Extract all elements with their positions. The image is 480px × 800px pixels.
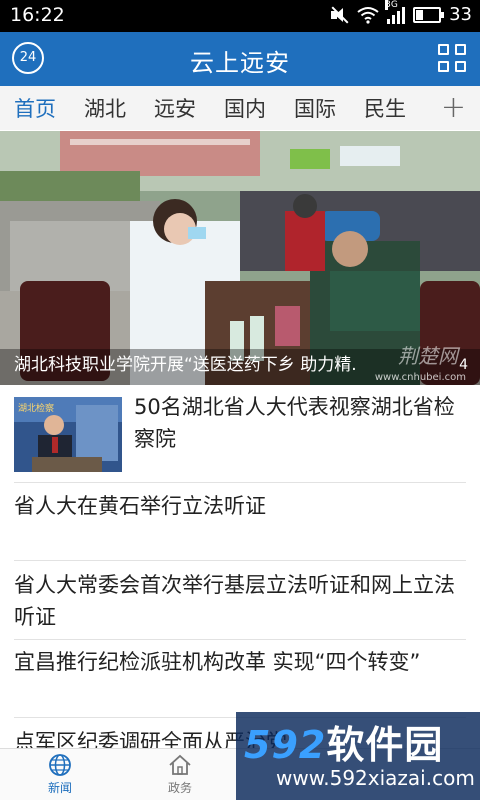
battery-fill: [416, 9, 424, 20]
mute-icon: [329, 5, 349, 25]
list-item[interactable]: 省人大在黄石举行立法听证: [14, 483, 466, 561]
battery-percent: 33: [449, 4, 472, 25]
nav-government-label: 政务: [167, 781, 192, 795]
home-icon: [168, 753, 192, 777]
tab-international[interactable]: 国际: [280, 93, 350, 123]
list-item[interactable]: 省人大常委会首次举行基层立法听证和网上立法听证: [14, 561, 466, 640]
news-thumbnail: 湖北检察: [14, 397, 122, 472]
news-title: 宜昌推行纪检派驻机构改革 实现“四个转变”: [14, 650, 421, 674]
add-channel-button[interactable]: +: [441, 90, 466, 125]
banner-watermark-url: www.cnhubei.com: [374, 372, 466, 383]
site-watermark: 592软件园 www.592xiazai.com: [236, 712, 480, 800]
news-title: 省人大在黄石举行立法听证: [14, 494, 266, 518]
nav-news-label: 新闻: [47, 781, 72, 795]
globe-icon: [48, 753, 72, 777]
status-time: 16:22: [10, 4, 65, 26]
tab-domestic[interactable]: 国内: [210, 93, 280, 123]
list-item[interactable]: 湖北检察 50名湖北省人大代表视察湖北省检察院: [14, 385, 466, 483]
signal-icon: 3G: [385, 0, 406, 24]
banner-caption: 湖北科技职业学院开展“送医送药下乡 助力精.: [14, 355, 357, 375]
status-icons: 3G 33: [329, 0, 472, 25]
banner-index: 4: [459, 357, 468, 373]
list-item[interactable]: 宜昌推行纪检派驻机构改革 实现“四个转变”: [14, 640, 466, 718]
tab-yuanan[interactable]: 远安: [140, 93, 210, 123]
nav-government[interactable]: 政务: [120, 749, 240, 800]
news-title: 50名湖北省人大代表视察湖北省检察院: [134, 395, 455, 451]
wifi-icon: [357, 6, 379, 24]
news-title: 省人大常委会首次举行基层立法听证和网上立法听证: [14, 573, 455, 629]
headline-banner[interactable]: 荆楚网 www.cnhubei.com 湖北科技职业学院开展“送医送药下乡 助力…: [0, 131, 480, 385]
grid-menu-icon[interactable]: [438, 44, 466, 72]
nav-news[interactable]: 新闻: [0, 749, 120, 800]
tab-livelihood[interactable]: 民生: [350, 93, 420, 123]
watermark-brand: 592软件园: [244, 723, 444, 767]
thumbnail-text: 湖北检察: [18, 402, 54, 414]
tab-home[interactable]: 首页: [0, 93, 70, 123]
status-bar: 16:22 3G 33: [0, 0, 480, 32]
network-type: 3G: [385, 0, 398, 10]
banner-watermark-logo: 荆楚网: [398, 344, 458, 368]
app-title: 云上远安: [190, 49, 290, 77]
tab-hubei[interactable]: 湖北: [70, 93, 140, 123]
app-header: 24 云上远安: [0, 32, 480, 86]
channel-tabs: 首页 湖北 远安 国内 国际 民生 +: [0, 86, 480, 130]
battery-icon: [413, 6, 445, 23]
watermark-url: www.592xiazai.com: [276, 766, 475, 790]
